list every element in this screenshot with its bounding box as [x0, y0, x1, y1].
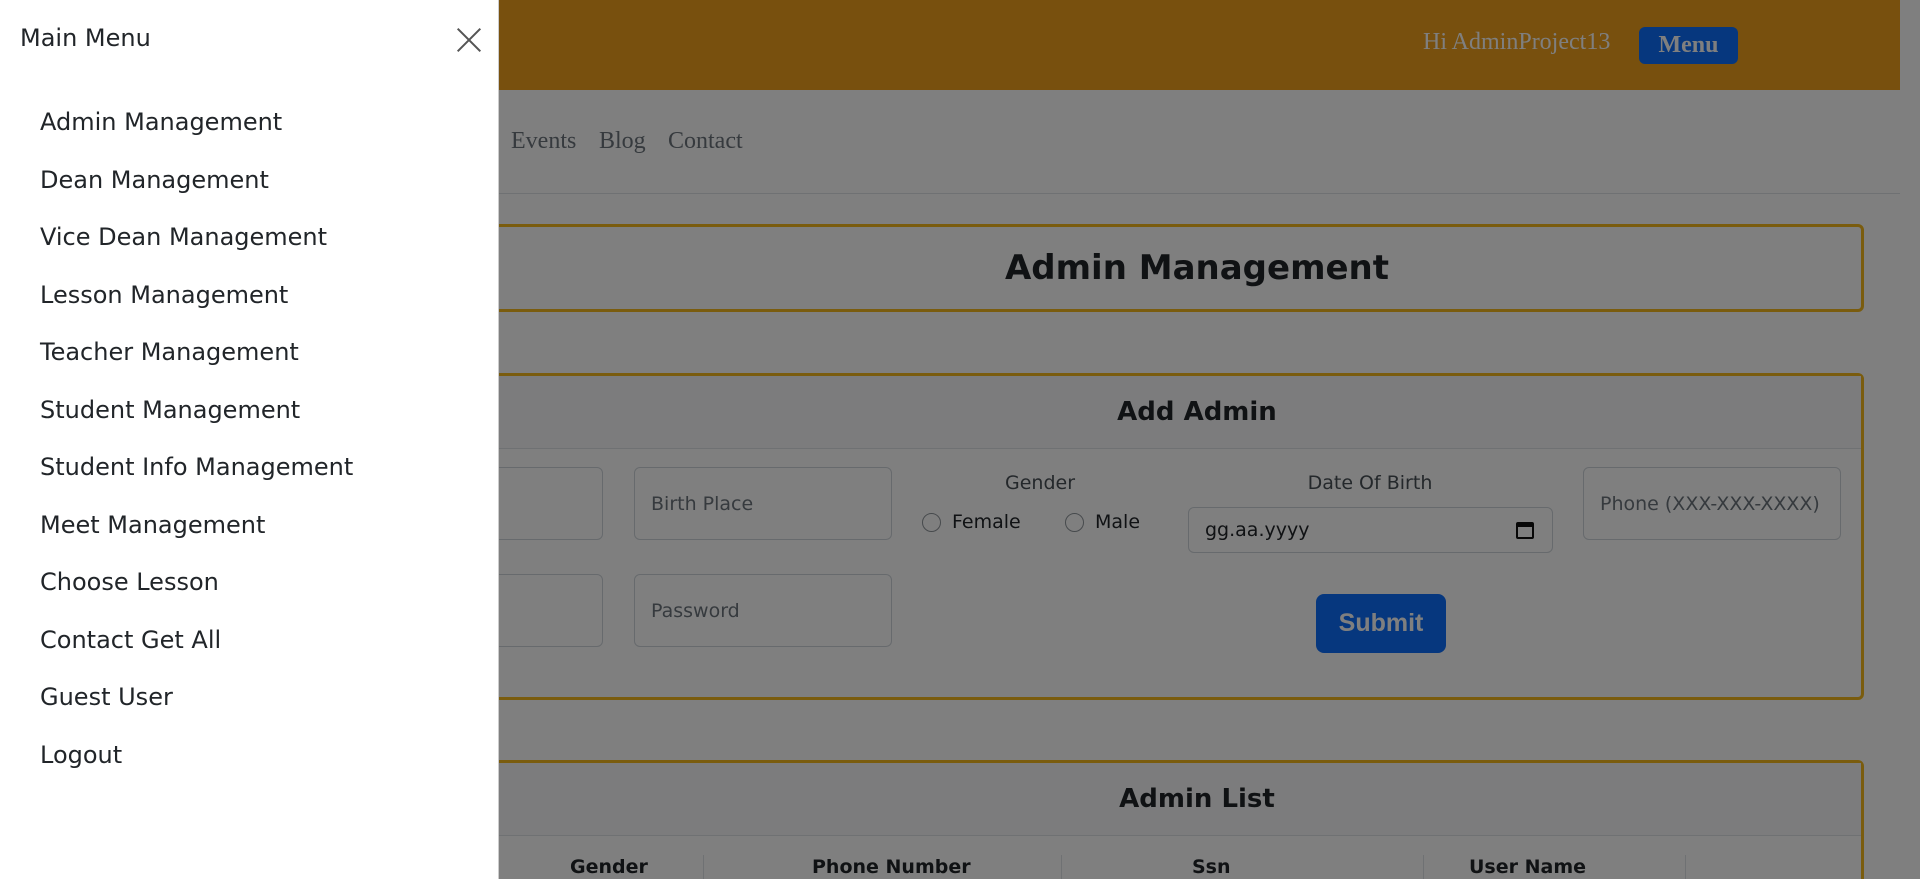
menu-item-student-management[interactable]: Student Management	[40, 396, 353, 454]
menu-item-vice-dean-management[interactable]: Vice Dean Management	[40, 223, 353, 281]
menu-item-guest-user[interactable]: Guest User	[40, 683, 353, 741]
menu-item-admin-management[interactable]: Admin Management	[40, 108, 353, 166]
menu-item-logout[interactable]: Logout	[40, 741, 353, 799]
menu-item-teacher-management[interactable]: Teacher Management	[40, 338, 353, 396]
main-menu-title: Main Menu	[20, 24, 151, 52]
main-menu-list: Admin Management Dean Management Vice De…	[40, 108, 353, 798]
menu-item-student-info-management[interactable]: Student Info Management	[40, 453, 353, 511]
menu-item-choose-lesson[interactable]: Choose Lesson	[40, 568, 353, 626]
menu-item-lesson-management[interactable]: Lesson Management	[40, 281, 353, 339]
menu-item-dean-management[interactable]: Dean Management	[40, 166, 353, 224]
main-menu-panel: Main Menu Admin Management Dean Manageme…	[0, 0, 499, 879]
menu-item-contact-get-all[interactable]: Contact Get All	[40, 626, 353, 684]
close-icon[interactable]	[456, 27, 482, 53]
menu-item-meet-management[interactable]: Meet Management	[40, 511, 353, 569]
